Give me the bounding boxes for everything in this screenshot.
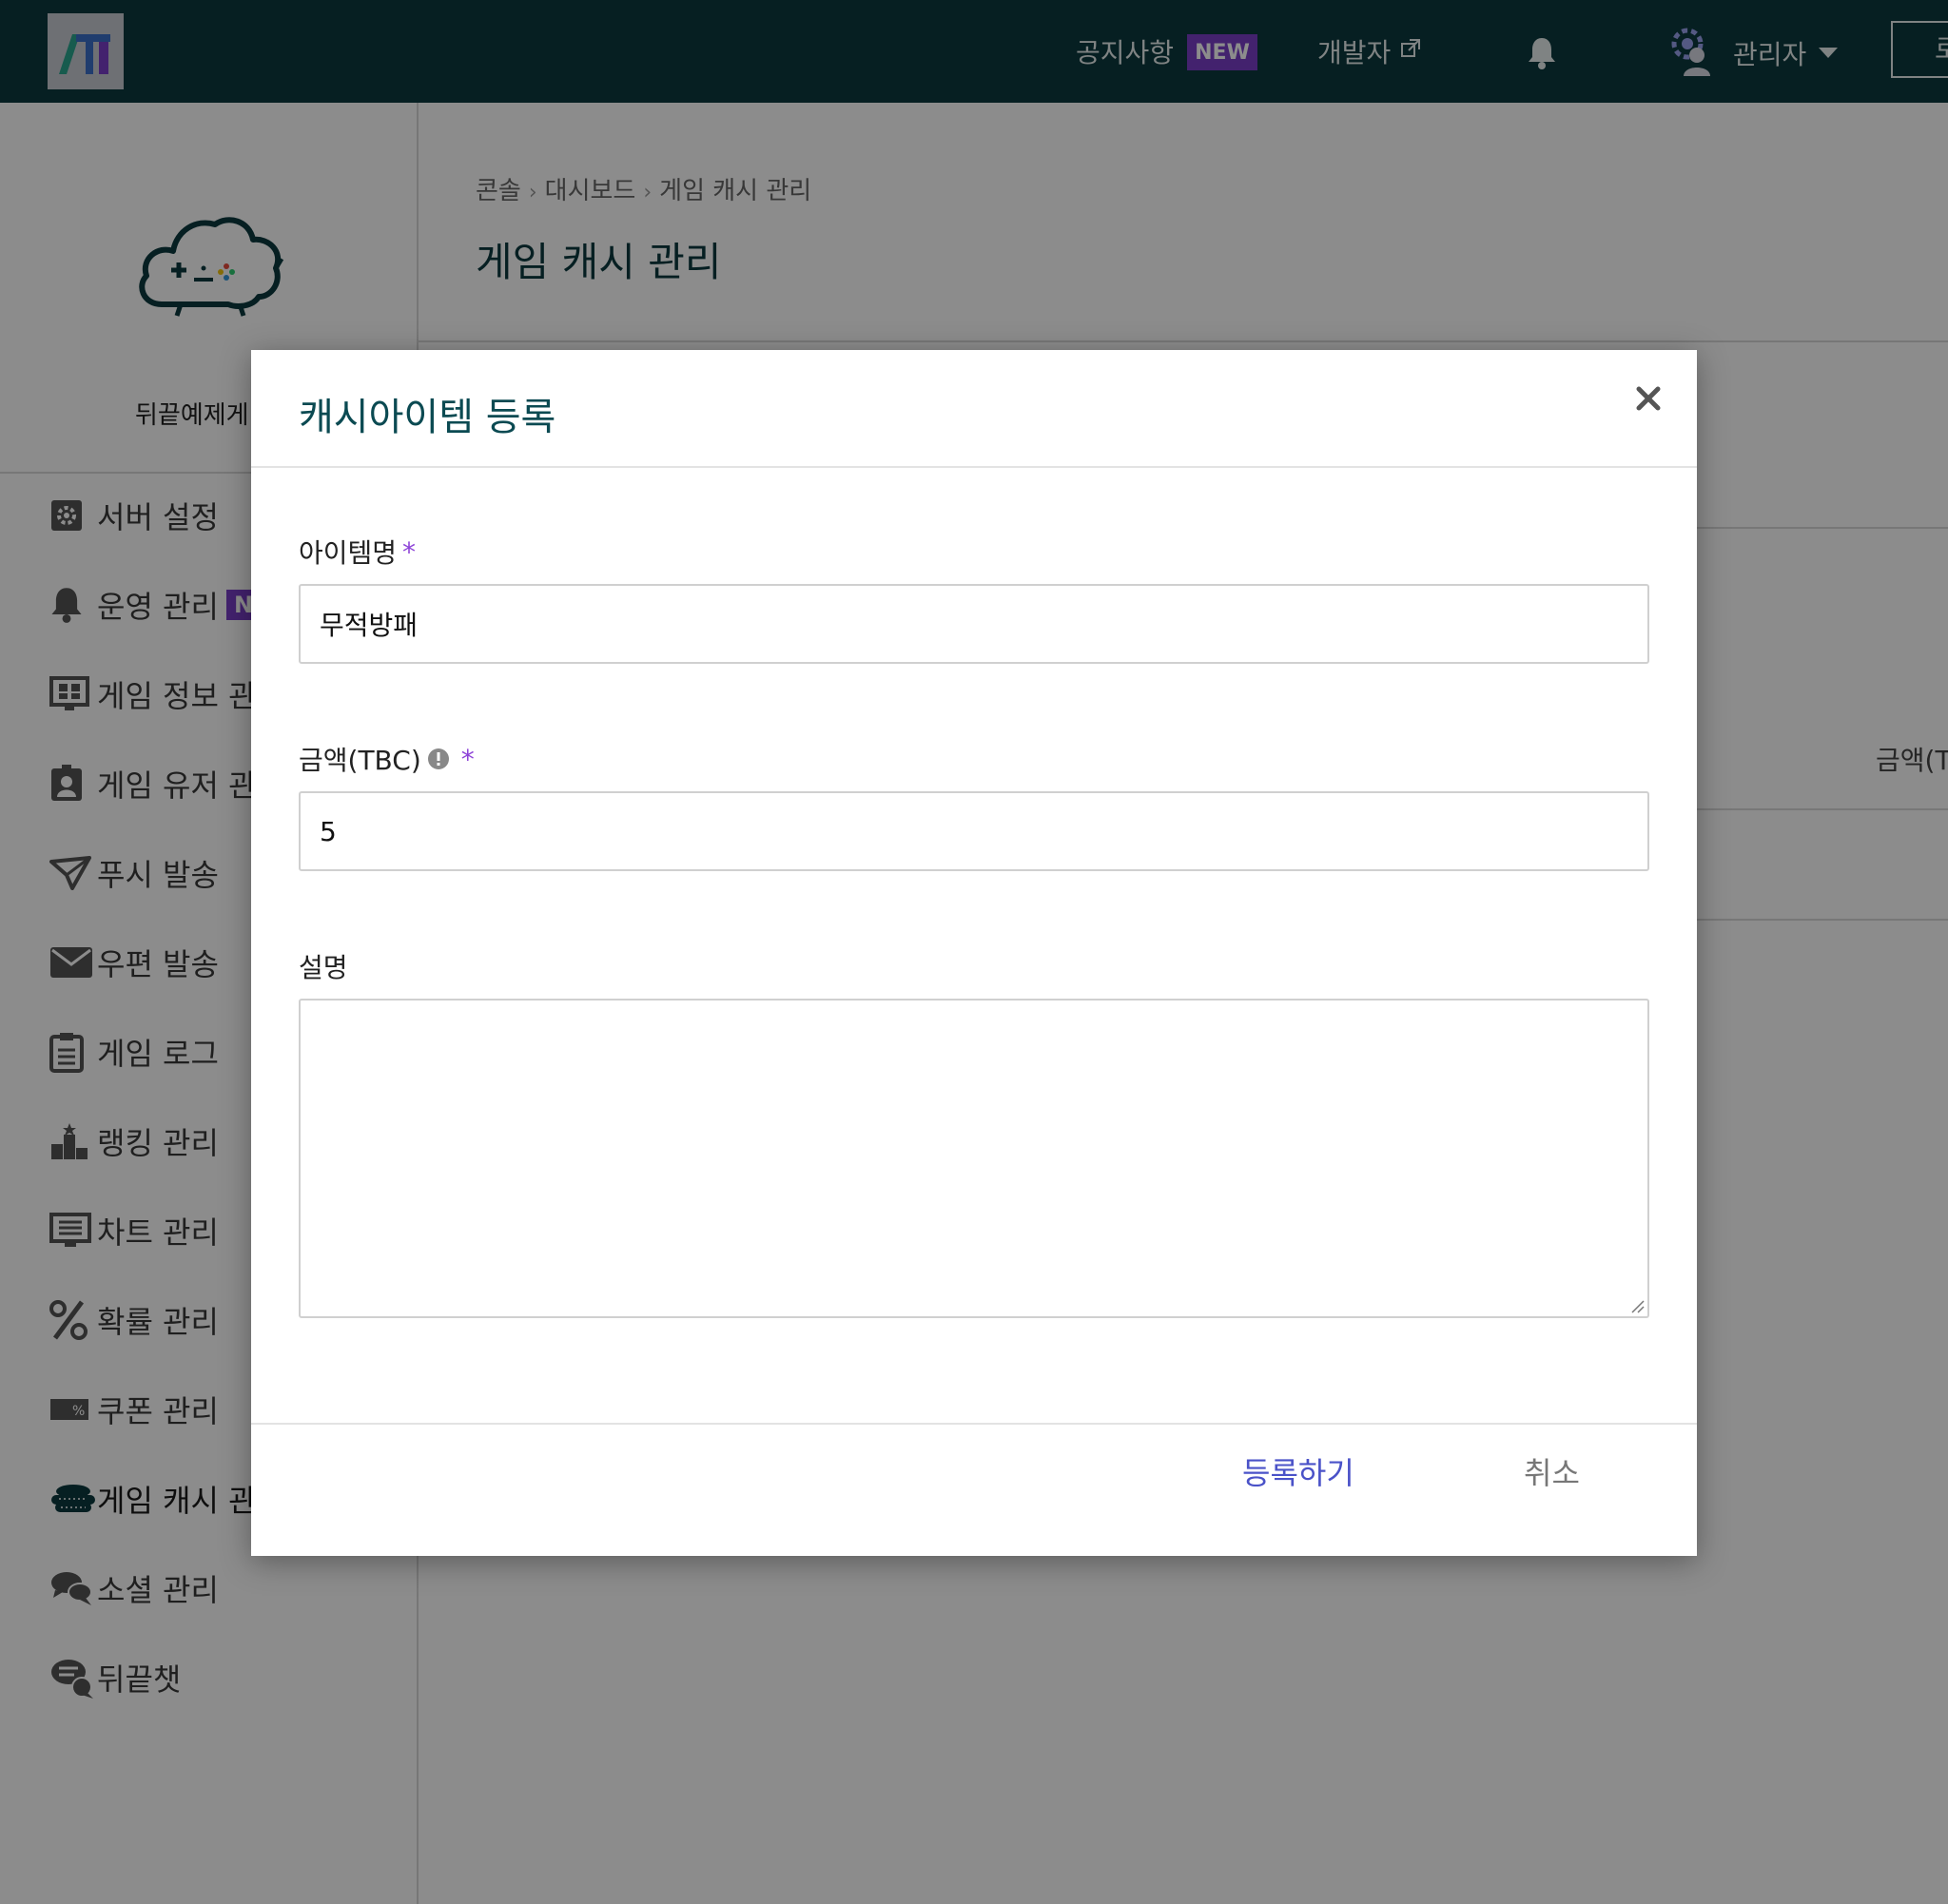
modal-title: 캐시아이템 등록 xyxy=(299,396,556,439)
modal-footer-divider xyxy=(251,1423,1697,1425)
required-mark: * xyxy=(460,743,475,775)
register-button[interactable]: 등록하기 xyxy=(1242,1449,1354,1493)
amount-label-text: 금액(TBC) xyxy=(299,745,421,776)
description-label: 설명 xyxy=(299,947,348,985)
close-icon[interactable] xyxy=(1636,386,1661,411)
modal-header-divider xyxy=(251,466,1697,468)
resize-handle-icon[interactable] xyxy=(1630,1299,1646,1314)
amount-label: 금액(TBC) * xyxy=(299,740,475,778)
item-name-input[interactable] xyxy=(299,584,1649,664)
item-name-label-text: 아이템명 xyxy=(299,537,398,569)
info-exclamation-icon[interactable] xyxy=(427,748,450,770)
required-mark: * xyxy=(402,535,417,568)
item-name-label: 아이템명 * xyxy=(299,533,416,571)
cancel-button[interactable]: 취소 xyxy=(1524,1449,1580,1493)
description-textarea[interactable] xyxy=(299,999,1649,1318)
amount-input[interactable] xyxy=(299,791,1649,871)
register-cash-item-modal: 캐시아이템 등록 아이템명* 금액(TBC) * 설명 등록하기 취소 xyxy=(251,350,1697,1556)
description-label-text: 설명 xyxy=(299,952,348,983)
